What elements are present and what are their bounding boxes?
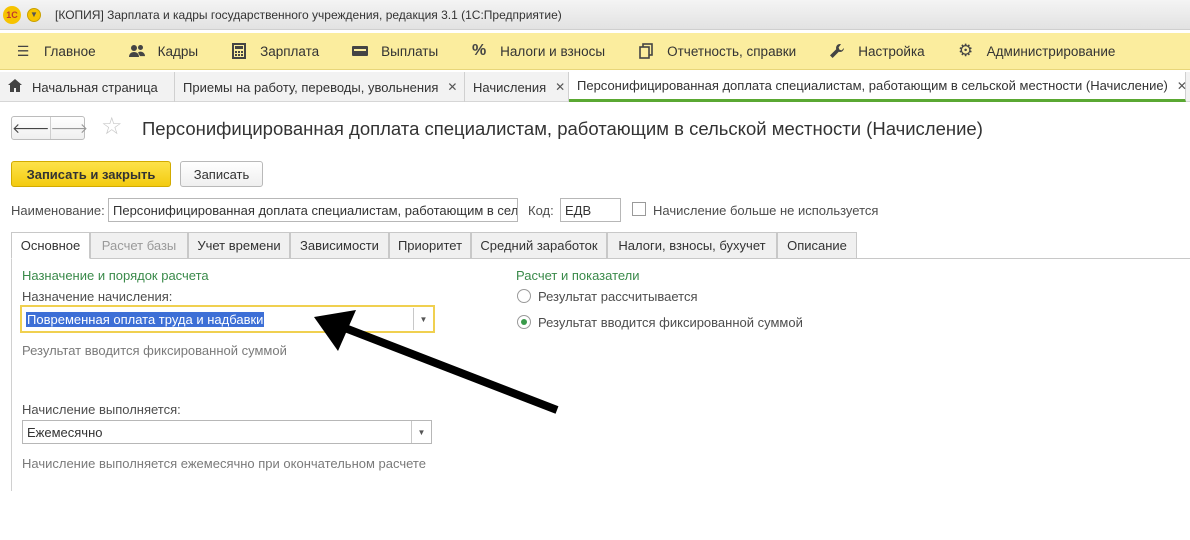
radio-fixed[interactable] bbox=[517, 315, 531, 329]
section-label: Выплаты bbox=[381, 43, 439, 59]
form-tabs: Основное Расчет базы Учет времени Зависи… bbox=[11, 232, 1190, 259]
menu-lines-icon: ☰ bbox=[16, 42, 30, 59]
radio-calculated[interactable] bbox=[517, 289, 531, 303]
purpose-value: Повременная оплата труда и надбавки bbox=[26, 311, 265, 327]
unused-checkbox[interactable] bbox=[632, 202, 646, 216]
tab-label: Начисления bbox=[473, 79, 547, 95]
section-label: Администрирование bbox=[986, 43, 1116, 59]
wrench-icon bbox=[828, 42, 846, 60]
window-title: [КОПИЯ] Зарплата и кадры государственног… bbox=[55, 7, 562, 22]
section-personnel[interactable]: Кадры bbox=[114, 33, 216, 70]
documents-icon bbox=[637, 42, 655, 60]
home-icon bbox=[8, 79, 22, 95]
save-and-close-button[interactable]: Записать и закрыть bbox=[11, 161, 171, 187]
purpose-group-title: Назначение и порядок расчета bbox=[22, 268, 209, 283]
purpose-select[interactable]: Повременная оплата труда и надбавки ▼ bbox=[20, 305, 435, 333]
section-label: Налоги и взносы bbox=[500, 43, 606, 59]
purpose-hint: Результат вводится фиксированной суммой bbox=[22, 343, 287, 358]
schedule-value: Ежемесячно bbox=[27, 424, 103, 440]
gear-icon: ⚙ bbox=[958, 41, 974, 60]
percent-icon: % bbox=[472, 42, 487, 59]
main-menu-icon[interactable]: ▼ bbox=[27, 7, 41, 22]
close-icon[interactable]: ✕ bbox=[447, 80, 457, 94]
section-reports[interactable]: Отчетность, справки bbox=[623, 33, 814, 70]
name-label: Наименование: bbox=[11, 203, 105, 218]
section-taxes[interactable]: % Налоги и взносы bbox=[456, 33, 623, 70]
tab-label: Персонифицированная доплата специалистам… bbox=[577, 78, 1168, 93]
section-settings[interactable]: Настройка bbox=[814, 33, 942, 70]
favorite-star-icon[interactable]: ☆ bbox=[101, 114, 123, 140]
unused-label: Начисление больше не используется bbox=[653, 203, 879, 218]
tab-priority[interactable]: Приоритет bbox=[389, 232, 471, 259]
section-label: Отчетность, справки bbox=[667, 43, 797, 59]
open-windows-bar: Начальная страница Приемы на работу, пер… bbox=[0, 72, 1190, 102]
tab-home-page[interactable]: Начальная страница bbox=[0, 72, 175, 102]
tab-hiring[interactable]: Приемы на работу, переводы, увольнения ✕ bbox=[175, 72, 465, 102]
tab-base-calculation[interactable]: Расчет базы bbox=[90, 232, 188, 259]
app-logo-icon[interactable]: 1С bbox=[3, 5, 21, 24]
forward-arrow-icon[interactable]: 🡒 bbox=[49, 117, 88, 139]
radio-calculated-label: Результат рассчитывается bbox=[538, 289, 698, 304]
window-titlebar: 1С ▼ [КОПИЯ] Зарплата и кадры государств… bbox=[0, 0, 1190, 30]
tab-panel-border bbox=[11, 259, 12, 491]
section-label: Зарплата bbox=[260, 43, 320, 59]
purpose-label: Назначение начисления: bbox=[22, 289, 173, 304]
name-field[interactable]: Персонифицированная доплата специалистам… bbox=[108, 198, 518, 222]
wallet-icon bbox=[351, 42, 369, 60]
tab-time-accounting[interactable]: Учет времени bbox=[188, 232, 290, 259]
tab-taxes-accounting[interactable]: Налоги, взносы, бухучет bbox=[607, 232, 777, 259]
close-icon[interactable]: ✕ bbox=[1177, 79, 1187, 93]
back-arrow-icon[interactable]: 🡐 bbox=[12, 117, 50, 139]
code-field[interactable]: ЕДВ bbox=[560, 198, 621, 222]
tab-dependencies[interactable]: Зависимости bbox=[290, 232, 389, 259]
radio-fixed-label: Результат вводится фиксированной суммой bbox=[538, 315, 803, 330]
tab-label: Приемы на работу, переводы, увольнения bbox=[183, 79, 439, 95]
tab-main[interactable]: Основное bbox=[11, 232, 90, 259]
section-payments[interactable]: Выплаты bbox=[337, 33, 456, 70]
section-label: Настройка bbox=[858, 43, 925, 59]
close-icon[interactable]: ✕ bbox=[555, 80, 565, 94]
chevron-down-icon[interactable]: ▼ bbox=[413, 308, 433, 330]
calc-group-title: Расчет и показатели bbox=[516, 268, 640, 283]
save-button[interactable]: Записать bbox=[180, 161, 263, 187]
schedule-hint: Начисление выполняется ежемесячно при ок… bbox=[22, 456, 426, 471]
chevron-down-icon[interactable]: ▼ bbox=[411, 421, 431, 443]
section-main[interactable]: ☰ Главное bbox=[0, 33, 114, 70]
tab-average-earnings[interactable]: Средний заработок bbox=[471, 232, 607, 259]
sections-panel: ☰ Главное Кадры Зарплата Выплаты % Налог… bbox=[0, 33, 1190, 70]
tab-description[interactable]: Описание bbox=[777, 232, 857, 259]
schedule-label: Начисление выполняется: bbox=[22, 402, 181, 417]
history-nav: 🡐 🡒 bbox=[11, 116, 88, 140]
section-label: Кадры bbox=[157, 43, 199, 59]
section-salary[interactable]: Зарплата bbox=[216, 33, 337, 70]
section-administration[interactable]: ⚙ Администрирование bbox=[943, 33, 1134, 70]
people-icon bbox=[128, 42, 146, 60]
tab-current-accrual[interactable]: Персонифицированная доплата специалистам… bbox=[569, 72, 1187, 102]
schedule-select[interactable]: Ежемесячно ▼ bbox=[22, 420, 432, 444]
code-label: Код: bbox=[528, 203, 554, 218]
calculator-icon bbox=[230, 42, 248, 60]
tab-label: Начальная страница bbox=[32, 79, 158, 95]
section-label: Главное bbox=[44, 43, 96, 59]
radio-selected-dot bbox=[521, 319, 527, 325]
form-title: Персонифицированная доплата специалистам… bbox=[142, 118, 983, 139]
tab-accruals[interactable]: Начисления ✕ bbox=[465, 72, 569, 102]
